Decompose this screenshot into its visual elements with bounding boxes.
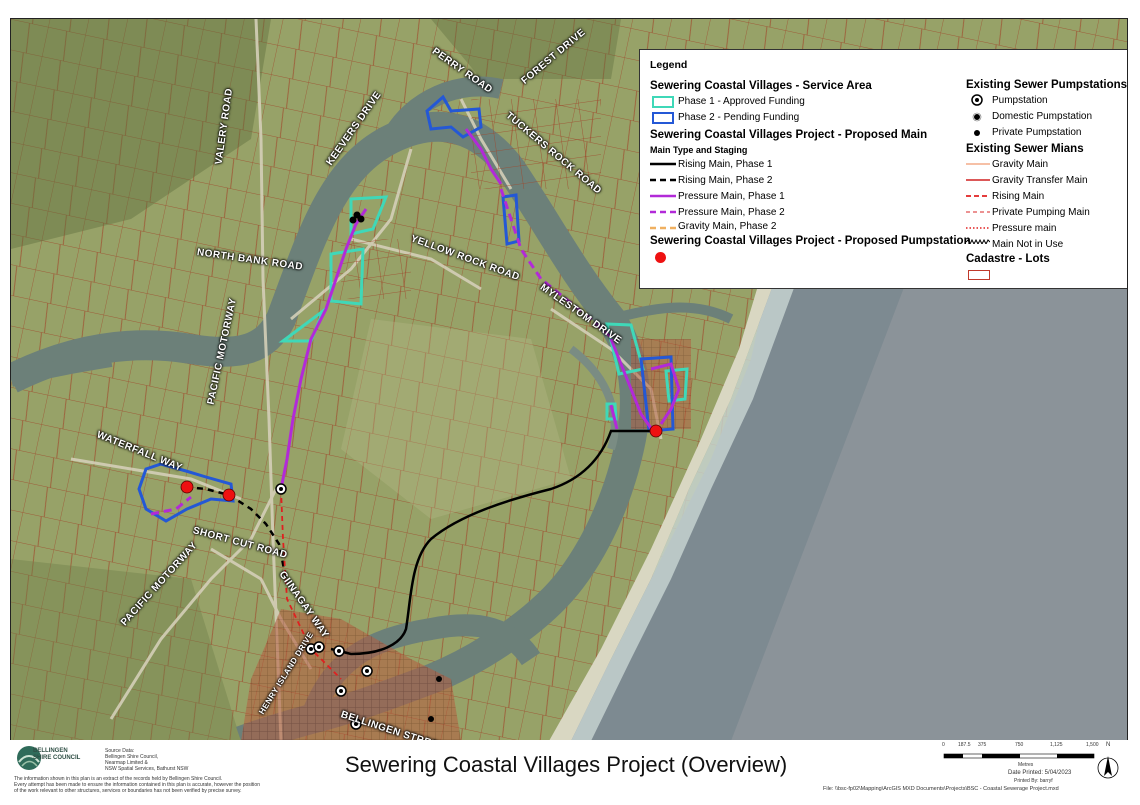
- legend-phase1: Phase 1 - Approved Funding: [678, 96, 805, 107]
- scale-bar: [943, 753, 1095, 759]
- legend-existing-pump-heading: Existing Sewer Pumpstations: [966, 79, 1128, 91]
- phase2-swatch: [652, 112, 674, 124]
- legend-pressure-p1: Pressure Main, Phase 1: [678, 191, 785, 202]
- legend-main-not-in-use: Main Not in Use: [992, 239, 1064, 250]
- legend-cadastre-heading: Cadastre - Lots: [966, 253, 1050, 265]
- scale-tick-5: 1,500: [1086, 742, 1099, 748]
- scale-tick-4: 1,125: [1050, 742, 1063, 748]
- legend-title: Legend: [650, 59, 688, 71]
- legend-existing-main-symbols: [966, 163, 990, 244]
- legend-gravity-p2: Gravity Main, Phase 2: [678, 221, 777, 232]
- legend-pumpstation: Pumpstation: [992, 95, 1048, 106]
- date-printed: Date Printed: 5/04/2023: [1008, 770, 1072, 776]
- legend-existing-mains-heading: Existing Sewer Mians: [966, 143, 1084, 155]
- disclaimer-line-3: of the work relevant to other structures…: [14, 788, 242, 794]
- legend-gravity-transfer: Gravity Transfer Main: [992, 175, 1088, 186]
- scale-tick-1: 187.5: [958, 742, 971, 748]
- legend-proposed-pump-heading: Sewering Coastal Villages Project - Prop…: [650, 235, 971, 247]
- legend-pump-symbols: [971, 94, 983, 136]
- council-name-1: BELLINGEN: [33, 748, 68, 754]
- legend-domestic-pump: Domestic Pumpstation: [992, 111, 1093, 122]
- legend-service-area-heading: Sewering Coastal Villages - Service Area: [650, 80, 872, 92]
- map-frame: PERRY ROAD FOREST DRIVE TUCKERS ROCK ROA…: [10, 18, 1128, 742]
- scale-tick-2: 375: [978, 742, 987, 748]
- scale-tick-0: 0: [942, 742, 945, 748]
- legend-private-pump: Private Pumpstation: [992, 127, 1082, 138]
- printed-by: Printed By: barryf: [1014, 778, 1053, 784]
- north-arrow-icon: [1097, 756, 1119, 779]
- map-title: Sewering Coastal Villages Project (Overv…: [345, 752, 788, 777]
- legend-line-symbols: [650, 162, 676, 230]
- legend-gravity-main: Gravity Main: [992, 159, 1049, 170]
- map-legend: Legend Sewering Coastal Villages - Servi…: [639, 49, 1128, 289]
- legend-pressure-main: Pressure main: [992, 223, 1057, 234]
- north-label: N: [1106, 742, 1111, 748]
- source-line-3: NSW Spatial Services, Bathurst NSW: [105, 766, 189, 772]
- scale-unit: Metres: [1018, 762, 1034, 768]
- file-path: File: \\bsc-fp02\Mapping\ArcGIS MXD Docu…: [823, 786, 1059, 792]
- legend-proposed-main-heading: Sewering Coastal Villages Project - Prop…: [650, 129, 928, 141]
- scale-tick-3: 750: [1015, 742, 1024, 748]
- legend-private-pumping: Private Pumping Main: [992, 207, 1090, 218]
- council-name-2: SHIRE COUNCIL: [33, 755, 81, 761]
- legend-main-type-heading: Main Type and Staging: [650, 145, 748, 155]
- proposed-pump-symbol: [655, 252, 666, 263]
- map-footer: BELLINGEN SHIRE COUNCIL Source Data: Bel…: [0, 740, 1140, 805]
- legend-rising-main: Rising Main: [992, 191, 1045, 202]
- cadastre-swatch: [968, 270, 990, 280]
- legend-phase2: Phase 2 - Pending Funding: [678, 112, 800, 123]
- legend-rising-p2: Rising Main, Phase 2: [678, 175, 773, 186]
- phase1-swatch: [652, 96, 674, 108]
- legend-pressure-p2: Pressure Main, Phase 2: [678, 207, 785, 218]
- legend-rising-p1: Rising Main, Phase 1: [678, 159, 773, 170]
